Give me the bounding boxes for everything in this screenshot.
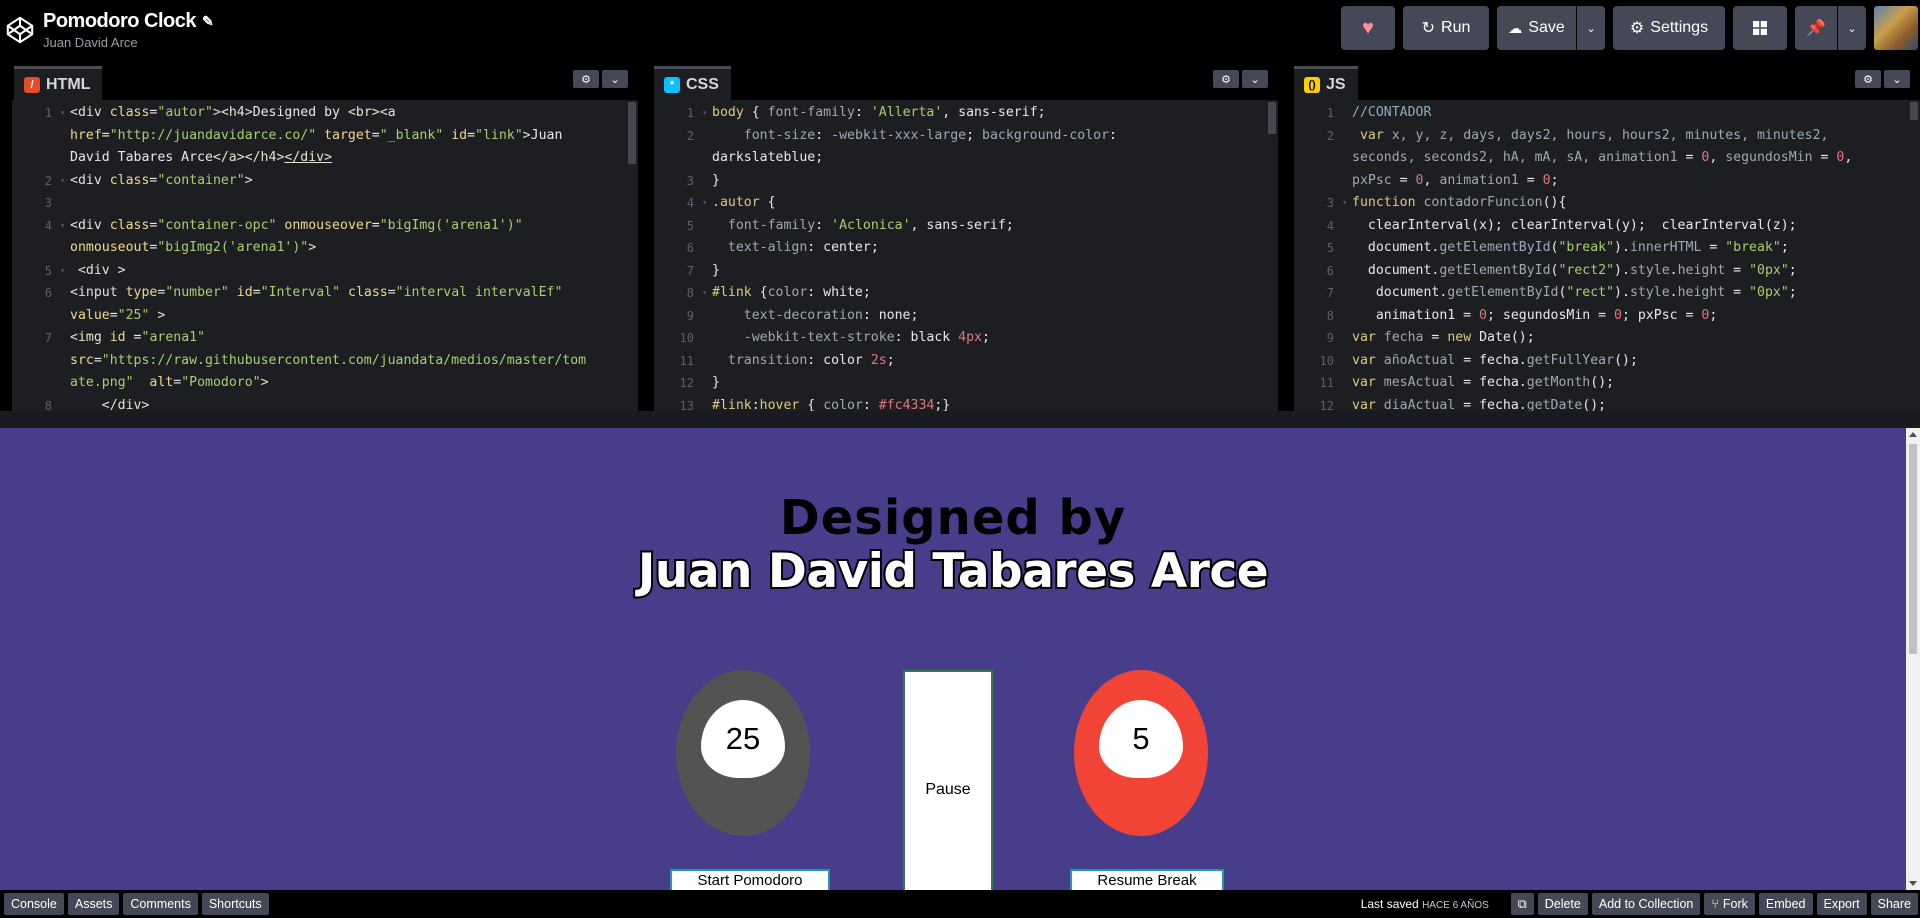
footer-actions: Last saved HACE 6 AÑOS ⧉ Delete Add to C… [1361,893,1918,915]
html-lang-icon: / [24,76,40,93]
js-editor: () JS ⚙ ⌄ 1//CONTADOR 2 var x, y, z, day… [1294,60,1920,411]
break-egg[interactable]: 5 [1074,670,1208,836]
open-external-button[interactable]: ⧉ [1510,893,1534,915]
js-editor-scrollbar[interactable] [1910,102,1918,120]
tab-js[interactable]: () JS [1294,66,1358,100]
html-tab-label: HTML [46,75,91,93]
external-link-icon: ⧉ [1517,896,1527,911]
preview-scrollbar[interactable] [1906,428,1920,890]
save-button[interactable]: ☁ Save [1497,6,1576,50]
add-to-collection-button[interactable]: Add to Collection [1591,893,1701,915]
css-editor-scrollbar[interactable] [1268,102,1276,134]
editors-area: / HTML ⚙ ⌄ 1 ▾ <div class="autor"><h4>Desi… [0,60,1920,411]
css-tab-label: CSS [686,75,719,93]
run-label: Run [1441,19,1471,36]
shortcuts-button[interactable]: Shortcuts [201,893,269,915]
layout-grid-icon [1753,21,1767,35]
break-value[interactable]: 5 [1099,700,1183,778]
pen-title-block: Pomodoro Clock ✎ Juan David Arce [43,10,214,50]
heart-icon: ♥ [1362,16,1374,39]
delete-button[interactable]: Delete [1537,893,1588,915]
codepen-logo-icon[interactable] [5,15,35,45]
comments-button[interactable]: Comments [123,893,198,915]
pen-title[interactable]: Pomodoro Clock ✎ [43,10,214,33]
pin-options-dropdown[interactable]: ⌄ [1838,6,1866,50]
header: Pomodoro Clock ✎ Juan David Arce ♥ ↻ Run… [0,0,1920,60]
pen-author[interactable]: Juan David Arce [43,35,213,50]
editor-chevron-down-icon[interactable]: ⌄ [1242,70,1268,88]
start-pomodoro-button[interactable]: Start Pomodoro [670,869,830,890]
js-tab-label: JS [1326,75,1346,93]
editor-chevron-down-icon[interactable]: ⌄ [602,70,628,88]
header-actions: ♥ ↻ Run ☁ Save ⌄ ⚙ Settings 📌 ⌄ [1341,6,1920,50]
css-editor: * CSS ⚙ ⌄ 1 ▾ body { font-family: 'Allerta… [654,60,1278,411]
html-editor-controls: ⚙ ⌄ [573,70,628,88]
break-value-text: 5 [1132,721,1150,756]
settings-label: Settings [1650,19,1709,36]
save-label: Save [1528,19,1565,36]
editor-preview-resizer[interactable] [0,411,1920,428]
tab-css[interactable]: * CSS [654,66,731,100]
start-pomodoro-label: Start Pomodoro [697,871,803,889]
run-refresh-icon: ↻ [1421,20,1436,37]
editor-settings-gear-icon[interactable]: ⚙ [573,70,599,88]
js-editor-header: () JS ⚙ ⌄ [1294,60,1920,100]
change-view-button[interactable] [1733,6,1787,50]
fork-button[interactable]: ⑂ Fork [1704,893,1755,915]
css-editor-header: * CSS ⚙ ⌄ [654,60,1278,100]
edit-pencil-icon[interactable]: ✎ [202,13,214,30]
love-button[interactable]: ♥ [1341,6,1395,50]
resume-break-label: Resume Break [1097,871,1197,889]
editor-chevron-down-icon[interactable]: ⌄ [1884,70,1910,88]
pomodoro-egg[interactable]: 25 [676,670,810,836]
codepen-editor: Pomodoro Clock ✎ Juan David Arce ♥ ↻ Run… [0,0,1920,918]
last-saved-status: Last saved HACE 6 AÑOS [1361,897,1489,911]
export-button[interactable]: Export [1816,893,1867,915]
settings-button[interactable]: ⚙ Settings [1613,6,1725,50]
gear-icon: ⚙ [1629,20,1645,37]
designer-name-link[interactable]: Juan David Tabares Arce [0,542,1906,601]
cloud-icon: ☁ [1508,19,1523,36]
js-lang-icon: () [1304,76,1320,93]
html-editor-header: / HTML ⚙ ⌄ [12,60,638,100]
chevron-down-icon: ⌄ [1847,22,1857,35]
result-preview: Designed by Juan David Tabares Arce 25 P… [0,428,1906,890]
chevron-down-icon: ⌄ [1586,22,1596,35]
js-code-area[interactable]: 1//CONTADOR 2 var x, y, z, days, days2, … [1294,100,1920,411]
run-button[interactable]: ↻ Run [1403,6,1489,50]
resume-break-button[interactable]: Resume Break [1070,869,1224,890]
html-editor: / HTML ⚙ ⌄ 1 ▾ <div class="autor"><h4>Desi… [12,60,638,411]
tab-html[interactable]: / HTML [14,66,103,100]
preview-scroll-thumb[interactable] [1909,444,1917,654]
pen-title-text[interactable]: Pomodoro Clock [43,10,197,33]
share-button[interactable]: Share [1870,893,1918,915]
pin-button[interactable]: 📌 [1795,6,1837,50]
pomodoro-value[interactable]: 25 [701,700,785,778]
designed-by-heading: Designed by [779,490,1127,546]
pomodoro-value-text: 25 [725,721,761,756]
editor-settings-gear-icon[interactable]: ⚙ [1213,70,1239,88]
fork-label: Fork [1722,897,1748,911]
css-lang-icon: * [664,76,680,93]
embed-button[interactable]: Embed [1758,893,1813,915]
pause-button[interactable]: Pause [903,670,993,890]
last-saved-label: Last saved [1360,897,1419,911]
scroll-down-arrow-icon[interactable] [1909,881,1917,886]
html-editor-scrollbar[interactable] [628,102,636,164]
user-avatar[interactable] [1874,6,1918,50]
pause-label: Pause [925,781,971,798]
scroll-up-arrow-icon[interactable] [1909,432,1917,437]
css-editor-controls: ⚙ ⌄ [1213,70,1268,88]
console-button[interactable]: Console [4,893,64,915]
css-code-area[interactable]: 1 ▾ body { font-family: 'Allerta', sans-se… [654,100,1278,411]
editor-settings-gear-icon[interactable]: ⚙ [1855,70,1881,88]
html-code-area[interactable]: 1 ▾ <div class="autor"><h4>Designed by <br… [12,100,638,411]
last-saved-value: HACE 6 AÑOS [1422,900,1489,911]
footer: Console Assets Comments Shortcuts Last s… [0,890,1920,918]
js-editor-controls: ⚙ ⌄ [1855,70,1910,88]
pin-icon: 📌 [1806,20,1826,37]
assets-button[interactable]: Assets [67,893,120,915]
fork-icon: ⑂ [1711,897,1719,911]
save-options-dropdown[interactable]: ⌄ [1577,6,1605,50]
